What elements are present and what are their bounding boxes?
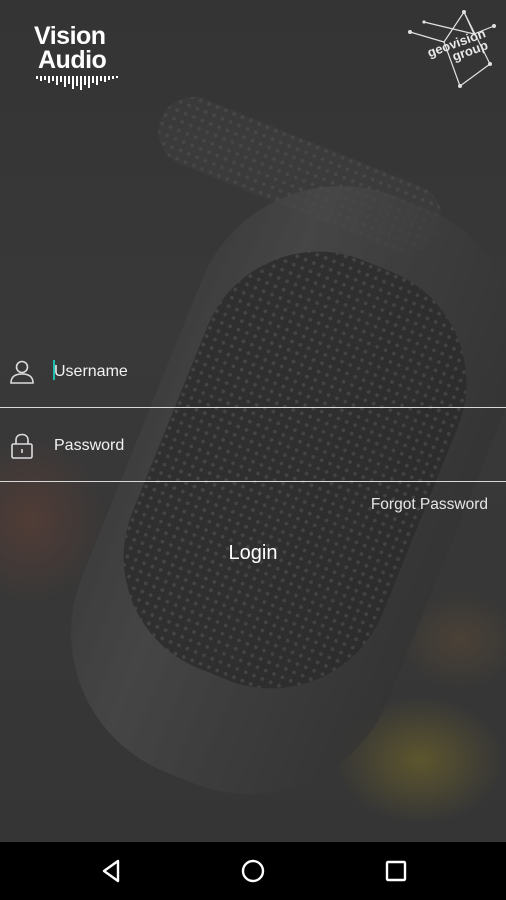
system-navigation-bar (0, 842, 506, 900)
user-outline-icon (10, 360, 34, 384)
square-recents-icon[interactable] (380, 856, 412, 886)
lock-outline-icon (11, 433, 33, 459)
login-screen: Vision Audio geovision group Username Fo… (0, 0, 506, 842)
login-button[interactable]: Login (193, 536, 313, 570)
password-input[interactable] (54, 434, 484, 458)
triangle-back-icon[interactable] (96, 856, 128, 886)
geovision-group-logo: geovision group (404, 8, 500, 92)
password-underline (0, 480, 506, 482)
username-input[interactable] (54, 360, 484, 384)
audio-waveform-icon (36, 76, 118, 90)
text-cursor (53, 360, 55, 380)
circle-home-icon[interactable] (237, 856, 269, 886)
logo-text-vision: Vision (34, 22, 106, 50)
password-field-row (0, 410, 506, 482)
username-field-row (0, 336, 506, 408)
username-underline (0, 406, 506, 408)
logo-text-audio: Audio (38, 46, 107, 74)
vision-audio-logo: Vision Audio (34, 24, 128, 94)
forgot-password-link[interactable]: Forgot Password (371, 496, 488, 514)
